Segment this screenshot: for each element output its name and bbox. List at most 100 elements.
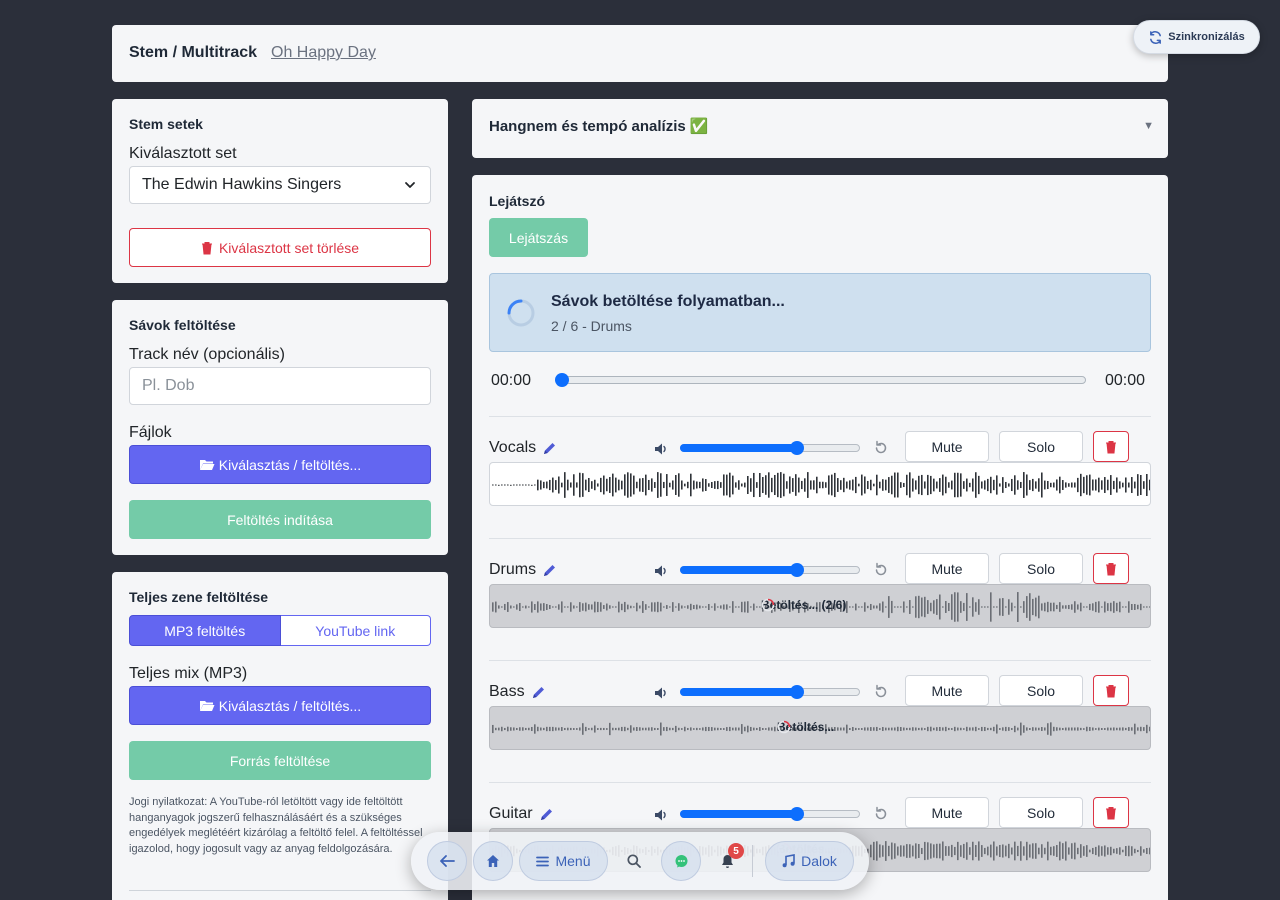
volume-fill	[680, 810, 797, 818]
player-card: Lejátszó Lejátszás Sávok betöltése folya…	[472, 175, 1168, 900]
sync-button[interactable]: Szinkronizálás	[1133, 20, 1260, 54]
back-button[interactable]	[427, 841, 467, 881]
waveform-status: Betöltés... (2/6)	[761, 598, 846, 612]
set-select[interactable]: The Edwin Hawkins Singers	[129, 166, 431, 204]
volume-slider[interactable]	[680, 441, 860, 455]
waveform[interactable]	[489, 462, 1151, 506]
songs-button[interactable]: Dalok	[765, 841, 854, 881]
volume-knob[interactable]	[790, 441, 804, 455]
mute-label: Mute	[931, 804, 963, 821]
track-name: Drums	[489, 561, 557, 579]
pencil-icon[interactable]	[539, 807, 554, 822]
speaker-icon[interactable]	[653, 562, 671, 580]
start-upload-button[interactable]: Feltöltés indítása	[129, 500, 431, 539]
mute-button[interactable]: Mute	[905, 431, 989, 462]
play-label: Lejátszás	[508, 229, 569, 246]
reset-icon[interactable]	[873, 806, 889, 822]
home-button[interactable]	[473, 841, 513, 881]
song-link[interactable]: Oh Happy Day	[271, 44, 376, 62]
track-name: Guitar	[489, 805, 554, 823]
analysis-card[interactable]: Hangnem és tempó analízis ✅ ▼	[472, 99, 1168, 158]
stem-sets-title: Stem setek	[129, 116, 203, 132]
delete-track-button[interactable]	[1093, 797, 1129, 828]
volume-knob[interactable]	[790, 807, 804, 821]
choose-files-label: Kiválasztás / feltöltés...	[218, 456, 362, 473]
chat-button[interactable]	[661, 841, 701, 881]
search-button[interactable]	[622, 849, 646, 873]
mute-button[interactable]: Mute	[905, 797, 989, 828]
solo-button[interactable]: Solo	[999, 675, 1083, 706]
sync-icon	[1150, 30, 1162, 44]
volume-slider[interactable]	[680, 685, 860, 699]
track-name-input[interactable]	[129, 367, 431, 405]
full-mix-label: Teljes mix (MP3)	[129, 665, 248, 682]
mute-button[interactable]: Mute	[905, 675, 989, 706]
delete-track-button[interactable]	[1093, 553, 1129, 584]
choose-mix-label: Kiválasztás / feltöltés...	[218, 697, 362, 714]
full-upload-title: Teljes zene feltöltése	[129, 589, 269, 605]
volume-knob[interactable]	[790, 563, 804, 577]
speaker-icon[interactable]	[653, 684, 671, 702]
waveform[interactable]: Betöltés...	[489, 706, 1151, 750]
delete-set-button[interactable]: Kiválasztott set törlése	[129, 228, 431, 267]
bottom-nav: Menü 5 Dalok	[411, 832, 869, 890]
mute-label: Mute	[931, 682, 963, 699]
chat-icon	[675, 854, 687, 867]
choose-mix-button[interactable]: Kiválasztás / feltöltés...	[129, 686, 431, 725]
waveform-graphic	[492, 472, 1150, 498]
track-name-label: Guitar	[489, 805, 533, 822]
menu-button[interactable]: Menü	[519, 841, 608, 881]
legal-disclaimer: Jogi nyilatkozat: A YouTube-ról letöltöt…	[129, 796, 423, 855]
upload-type-tabs: MP3 feltöltés YouTube link	[129, 615, 431, 646]
trash-icon	[1106, 806, 1116, 819]
volume-slider[interactable]	[680, 563, 860, 577]
delete-track-button[interactable]	[1093, 431, 1129, 462]
folder-open-icon	[199, 701, 215, 711]
volume-fill	[680, 688, 797, 696]
reset-icon[interactable]	[873, 562, 889, 578]
track-name-label: Vocals	[489, 439, 537, 456]
trash-icon	[1106, 562, 1116, 575]
choose-files-button[interactable]: Kiválasztás / feltöltés...	[129, 445, 431, 484]
track-row: Drums Mute Solo Betöltés... (2/6)	[489, 538, 1151, 660]
selected-set-label: Kiválasztott set	[129, 145, 237, 162]
total-time: 00:00	[1105, 372, 1146, 389]
speaker-icon[interactable]	[653, 806, 671, 824]
tab-youtube-link[interactable]: YouTube link	[280, 615, 431, 646]
speaker-icon[interactable]	[653, 440, 671, 458]
track-upload-title: Sávok feltöltése	[129, 317, 236, 333]
page-header: Stem / Multitrack Oh Happy Day	[112, 25, 1168, 82]
pencil-icon[interactable]	[542, 441, 557, 456]
pencil-icon[interactable]	[531, 685, 546, 700]
tab-mp3-upload[interactable]: MP3 feltöltés	[129, 615, 281, 646]
arrow-left-icon	[439, 855, 455, 867]
volume-fill	[680, 444, 797, 452]
solo-button[interactable]: Solo	[999, 553, 1083, 584]
upload-source-button[interactable]: Forrás feltöltése	[129, 741, 431, 780]
track-separator	[489, 660, 1151, 661]
track-name-label: Drums	[489, 561, 537, 578]
pencil-icon[interactable]	[542, 563, 557, 578]
solo-button[interactable]: Solo	[999, 431, 1083, 462]
notification-badge: 5	[728, 843, 744, 859]
loading-alert: Sávok betöltése folyamatban... 2 / 6 - D…	[489, 273, 1151, 352]
volume-slider[interactable]	[680, 807, 860, 821]
current-time: 00:00	[491, 372, 532, 389]
solo-label: Solo	[1026, 804, 1056, 821]
reset-icon[interactable]	[873, 684, 889, 700]
trash-icon	[201, 241, 212, 254]
volume-knob[interactable]	[790, 685, 804, 699]
set-select-value: The Edwin Hawkins Singers	[142, 176, 342, 193]
start-upload-label: Feltöltés indítása	[227, 511, 333, 528]
caret-down-icon[interactable]: ▼	[1143, 120, 1154, 132]
track-separator	[489, 782, 1151, 783]
files-label: Fájlok	[129, 424, 172, 441]
seek-thumb[interactable]	[555, 373, 569, 387]
solo-button[interactable]: Solo	[999, 797, 1083, 828]
play-button[interactable]: Lejátszás	[489, 218, 588, 257]
mute-button[interactable]: Mute	[905, 553, 989, 584]
seek-slider[interactable]	[555, 373, 1086, 387]
reset-icon[interactable]	[873, 440, 889, 456]
waveform[interactable]: Betöltés... (2/6)	[489, 584, 1151, 628]
delete-track-button[interactable]	[1093, 675, 1129, 706]
